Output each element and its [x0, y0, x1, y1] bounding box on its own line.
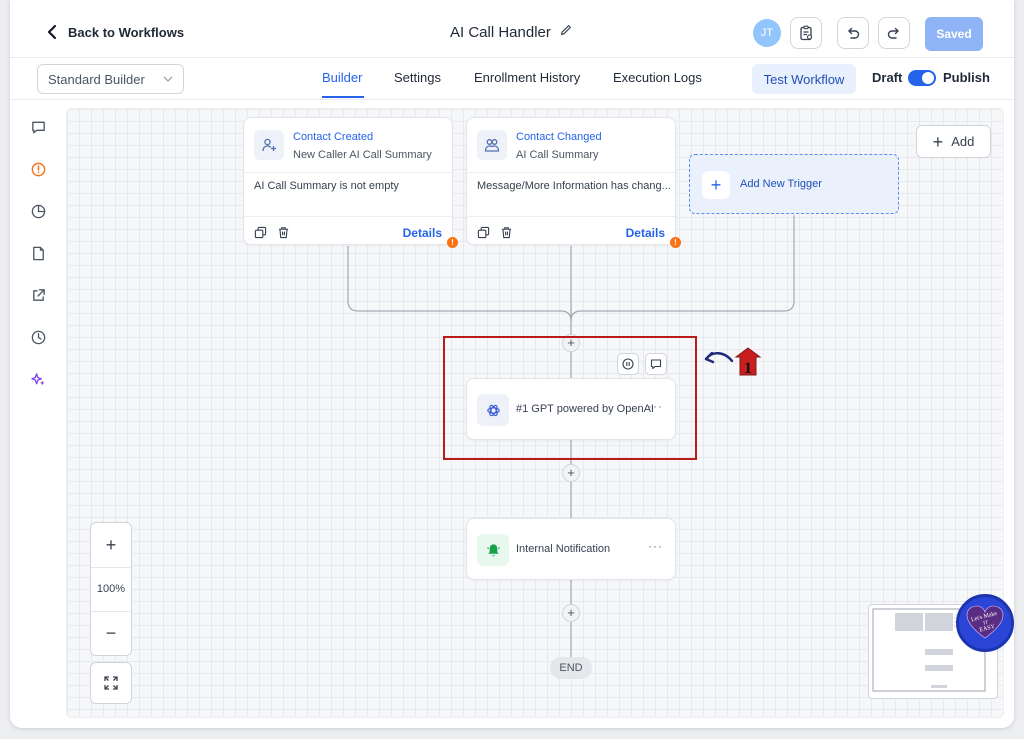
trigger-card-contact-changed[interactable]: Contact Changed AI Call Summary Message/…	[466, 117, 676, 245]
add-button[interactable]: + Add	[916, 125, 991, 158]
trigger-name: Contact Created	[293, 131, 374, 143]
divider	[244, 172, 452, 173]
trigger-details-link[interactable]: Details	[626, 226, 665, 240]
tab-settings[interactable]: Settings	[394, 70, 441, 85]
back-to-workflows-link[interactable]: Back to Workflows	[46, 24, 184, 40]
end-node: END	[550, 657, 592, 679]
clock-icon[interactable]	[28, 327, 48, 347]
trash-icon[interactable]	[500, 226, 513, 239]
tab-builder[interactable]: Builder	[322, 70, 362, 85]
clipboard-icon-button[interactable]	[790, 17, 822, 49]
chat-icon[interactable]	[28, 117, 48, 137]
trigger-details-link[interactable]: Details	[403, 226, 442, 240]
add-trigger-label: Add New Trigger	[740, 178, 822, 190]
clipboard-icon	[800, 25, 813, 41]
plus-icon: +	[702, 171, 730, 199]
trigger-condition: Message/More Information has chang...	[477, 180, 671, 192]
annotation-arrow: 1	[700, 345, 770, 381]
redo-button[interactable]	[878, 17, 910, 49]
builder-select-value: Standard Builder	[48, 71, 145, 87]
chevron-down-icon	[163, 76, 173, 82]
external-link-icon[interactable]	[28, 285, 48, 305]
lets-make-it-easy-logo: Let's Make IT EASY	[956, 594, 1014, 652]
publish-label: Publish	[943, 70, 990, 85]
zoom-controls: + 100% −	[90, 522, 132, 656]
workflow-title-area: AI Call Handler	[450, 23, 573, 42]
divider	[244, 216, 452, 217]
divider	[467, 216, 675, 217]
zoom-level: 100%	[96, 583, 126, 595]
edit-title-pencil-icon[interactable]	[559, 23, 573, 42]
saved-button[interactable]: Saved	[925, 17, 983, 51]
add-step-plus-button[interactable]: +	[562, 604, 580, 622]
plus-icon: +	[932, 131, 944, 152]
tab-enrollment-history[interactable]: Enrollment History	[474, 70, 580, 85]
sparkles-icon[interactable]	[28, 369, 48, 389]
redo-icon	[887, 27, 899, 39]
undo-icon	[848, 27, 860, 39]
tab-execution-logs[interactable]: Execution Logs	[613, 70, 702, 85]
zoom-in-button[interactable]: +	[91, 523, 131, 567]
workflow-title: AI Call Handler	[450, 24, 551, 41]
fit-to-screen-button[interactable]	[90, 662, 132, 704]
trash-icon[interactable]	[277, 226, 290, 239]
trigger-condition: AI Call Summary is not empty	[254, 180, 399, 192]
publish-toggle[interactable]	[908, 70, 936, 86]
divider	[467, 172, 675, 173]
more-options-icon[interactable]: ···	[648, 539, 663, 553]
pie-chart-icon[interactable]	[28, 201, 48, 221]
warning-badge: !	[670, 237, 681, 248]
add-step-plus-button[interactable]: +	[562, 464, 580, 482]
app-window: Back to Workflows AI Call Handler JT Sav…	[10, 0, 1014, 728]
trigger-subtitle: AI Call Summary	[516, 149, 599, 161]
trigger-name: Contact Changed	[516, 131, 602, 143]
copy-icon[interactable]	[254, 226, 267, 239]
chevron-left-icon	[47, 24, 57, 40]
zoom-out-button[interactable]: −	[91, 611, 131, 655]
annotation-number: 1	[744, 360, 752, 377]
test-workflow-button[interactable]: Test Workflow	[752, 64, 856, 94]
add-label: Add	[951, 134, 975, 149]
action-card-internal-notification[interactable]: Internal Notification ···	[466, 518, 676, 580]
trigger-card-contact-created[interactable]: Contact Created New Caller AI Call Summa…	[243, 117, 453, 245]
warning-badge: !	[447, 237, 458, 248]
alert-circle-icon[interactable]	[28, 159, 48, 179]
highlight-box	[443, 336, 697, 460]
back-label: Back to Workflows	[68, 24, 185, 40]
bell-icon	[477, 534, 509, 566]
tab-bar: Standard Builder Builder Settings Enroll…	[10, 58, 1014, 100]
add-new-trigger-button[interactable]: + Add New Trigger	[689, 154, 899, 214]
draft-label: Draft	[872, 70, 903, 85]
document-icon[interactable]	[28, 243, 48, 263]
top-bar: Back to Workflows AI Call Handler JT Sav…	[10, 8, 1014, 58]
action-label: Internal Notification	[516, 543, 611, 555]
copy-icon[interactable]	[477, 226, 490, 239]
expand-icon	[104, 676, 118, 690]
users-icon	[477, 130, 507, 160]
active-tab-indicator	[322, 96, 364, 98]
user-avatar[interactable]: JT	[753, 19, 781, 47]
trigger-subtitle: New Caller AI Call Summary	[293, 149, 432, 161]
builder-type-select[interactable]: Standard Builder	[37, 64, 184, 94]
undo-button[interactable]	[837, 17, 869, 49]
user-plus-icon	[254, 130, 284, 160]
